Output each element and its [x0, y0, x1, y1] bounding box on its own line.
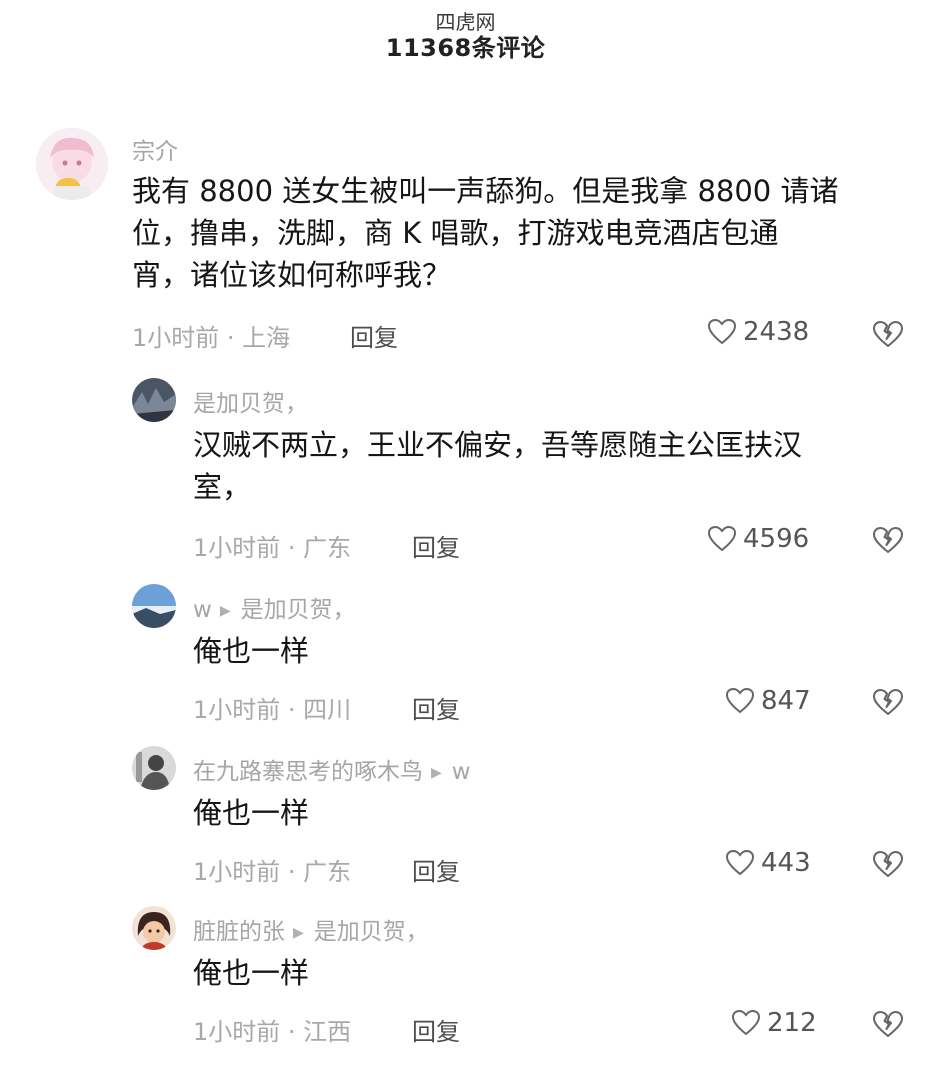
comment-count-title: 11368条评论 [385, 34, 546, 62]
comment-meta: 1小时前 · 上海 [132, 324, 291, 352]
like-count: 847 [761, 686, 811, 716]
like-count: 4596 [743, 524, 810, 554]
reply-content: 俺也一样 [193, 792, 913, 834]
broken-heart-icon [873, 321, 903, 347]
dislike-button[interactable] [872, 688, 904, 720]
comment-content: 我有 8800 送女生被叫一声舔狗。但是我拿 8800 请诸 位，撸串，洗脚，商… [132, 170, 912, 296]
broken-heart-icon [873, 851, 903, 877]
comment-content-line: 我有 8800 送女生被叫一声舔狗。但是我拿 8800 请诸 [132, 174, 839, 208]
play-triangle-icon: ▶ [293, 925, 304, 941]
avatar[interactable] [132, 378, 176, 422]
comment-content-line: 宵，诸位该如何称呼我？ [132, 258, 452, 292]
like-count: 2438 [743, 317, 810, 347]
heart-outline-icon [707, 525, 737, 553]
reply-content-line: 俺也一样 [193, 956, 310, 990]
avatar[interactable] [132, 584, 176, 628]
reply-content: 俺也一样 [193, 630, 913, 672]
reply-button[interactable]: 回复 [412, 528, 460, 563]
reply-meta: 1小时前 · 广东 [193, 858, 352, 886]
like-count: 443 [761, 848, 811, 878]
dislike-button[interactable] [872, 850, 904, 882]
reply-content: 汉贼不两立，王业不偏安，吾等愿随主公匡扶汉 室， [193, 424, 913, 508]
broken-heart-icon [873, 1011, 903, 1037]
reply-button[interactable]: 回复 [412, 690, 460, 725]
reply-author[interactable]: 在九路寨思考的啄木鸟 [193, 759, 423, 785]
avatar[interactable] [132, 906, 176, 950]
play-triangle-icon: ▶ [219, 603, 231, 619]
reply-username[interactable]: 是加贝贺， [193, 384, 308, 418]
play-triangle-icon: ▶ [431, 765, 442, 781]
avatar[interactable] [36, 128, 108, 200]
reply-target[interactable]: w [452, 759, 471, 785]
dislike-button[interactable] [872, 1010, 904, 1042]
reply-author[interactable]: w [193, 597, 212, 623]
like-button[interactable]: 212 [731, 1008, 817, 1038]
heart-outline-icon [707, 318, 737, 346]
heart-outline-icon [725, 849, 755, 877]
like-count: 212 [767, 1008, 817, 1038]
like-button[interactable]: 847 [725, 686, 811, 716]
heart-outline-icon [731, 1009, 761, 1037]
reply-content-line: 俺也一样 [193, 796, 310, 830]
reply-content: 俺也一样 [193, 952, 913, 994]
reply-button[interactable]: 回复 [350, 318, 398, 353]
dislike-button[interactable] [872, 526, 904, 558]
reply-button[interactable]: 回复 [412, 852, 460, 887]
reply-author[interactable]: 脏脏的张 [193, 919, 285, 945]
like-button[interactable]: 4596 [707, 524, 809, 554]
avatar[interactable] [132, 746, 176, 790]
dislike-button[interactable] [872, 320, 904, 352]
reply-meta: 1小时前 · 广东 [193, 534, 352, 562]
comment-content-line: 位，撸串，洗脚，商 K 唱歌，打游戏电竞酒店包通 [132, 216, 779, 250]
reply-target[interactable]: 是加贝贺， [314, 919, 429, 945]
reply-content-line: 室， [193, 470, 252, 504]
reply-content-line: 俺也一样 [193, 634, 310, 668]
reply-meta: 1小时前 · 四川 [193, 696, 352, 724]
heart-outline-icon [725, 687, 755, 715]
reply-target[interactable]: 是加贝贺， [241, 597, 356, 623]
comment-username[interactable]: 宗介 [132, 132, 178, 166]
reply-meta: 1小时前 · 江西 [193, 1018, 352, 1046]
reply-username[interactable]: 在九路寨思考的啄木鸟 ▶ w [193, 752, 471, 786]
broken-heart-icon [873, 689, 903, 715]
reply-button[interactable]: 回复 [412, 1012, 460, 1047]
like-button[interactable]: 2438 [707, 317, 809, 347]
reply-username[interactable]: w ▶ 是加贝贺， [193, 590, 356, 624]
reply-content-line: 汉贼不两立，王业不偏安，吾等愿随主公匡扶汉 [193, 428, 803, 462]
like-button[interactable]: 443 [725, 848, 811, 878]
reply-username[interactable]: 脏脏的张 ▶ 是加贝贺， [193, 912, 429, 946]
broken-heart-icon [873, 527, 903, 553]
